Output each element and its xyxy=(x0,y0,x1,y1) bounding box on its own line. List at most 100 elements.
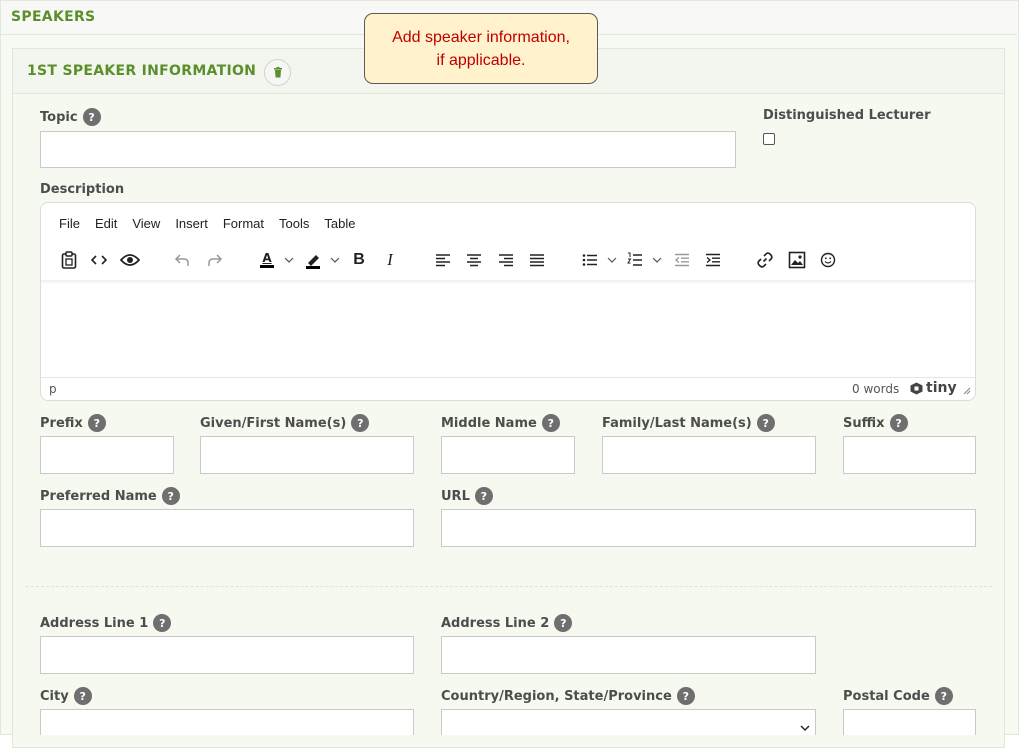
family-name-label-text: Family/Last Name(s) xyxy=(602,415,752,431)
topic-label: Topic ? xyxy=(40,108,101,126)
suffix-help-icon[interactable]: ? xyxy=(889,414,908,432)
description-label: Description xyxy=(40,182,125,197)
suffix-label: Suffix ? xyxy=(843,414,908,432)
address-line-1-label: Address Line 1 ? xyxy=(40,614,172,632)
preview-eye-icon[interactable] xyxy=(118,248,142,272)
postal-code-help-icon[interactable]: ? xyxy=(934,687,953,705)
preferred-name-label: Preferred Name ? xyxy=(40,487,180,505)
editor-statusbar: p 0 words tiny xyxy=(41,377,975,400)
address-line-2-label-text: Address Line 2 xyxy=(441,615,550,631)
editor-element-path[interactable]: p xyxy=(49,382,57,396)
country-region-select[interactable] xyxy=(441,709,816,735)
distinguished-lecturer-checkbox[interactable] xyxy=(763,133,775,145)
align-right-icon[interactable] xyxy=(496,248,516,272)
country-region-help-icon[interactable]: ? xyxy=(676,687,695,705)
given-name-input[interactable] xyxy=(200,436,414,474)
align-center-icon[interactable] xyxy=(464,248,484,272)
address-line-2-help-icon[interactable]: ? xyxy=(554,614,573,632)
url-label: URL ? xyxy=(441,487,493,505)
highlight-color-icon[interactable] xyxy=(302,248,324,272)
middle-name-help-icon[interactable]: ? xyxy=(541,414,560,432)
numbered-list-chevron-down-icon[interactable] xyxy=(650,248,664,272)
tiny-logo-text: tiny xyxy=(926,380,957,396)
url-label-text: URL xyxy=(441,488,470,504)
city-help-icon[interactable]: ? xyxy=(73,687,92,705)
text-color-glyph: A xyxy=(262,251,272,265)
city-label: City ? xyxy=(40,687,92,705)
family-name-input[interactable] xyxy=(602,436,816,474)
given-name-label-text: Given/First Name(s) xyxy=(200,415,347,431)
city-input[interactable] xyxy=(40,709,414,735)
menu-file[interactable]: File xyxy=(59,216,80,231)
outdent-icon[interactable] xyxy=(672,248,692,272)
tiny-logo[interactable]: tiny xyxy=(910,380,957,396)
suffix-label-text: Suffix xyxy=(843,415,885,431)
address-line-2-label: Address Line 2 ? xyxy=(441,614,573,632)
url-input[interactable] xyxy=(441,509,976,547)
section-divider xyxy=(26,586,992,587)
paste-icon[interactable] xyxy=(58,248,80,272)
url-help-icon[interactable]: ? xyxy=(474,487,493,505)
trash-icon xyxy=(273,67,282,78)
family-name-help-icon[interactable]: ? xyxy=(756,414,775,432)
prefix-input[interactable] xyxy=(40,436,174,474)
bold-icon[interactable]: B xyxy=(349,248,369,272)
editor-word-count[interactable]: 0 words xyxy=(852,382,899,396)
bullet-list-chevron-down-icon[interactable] xyxy=(605,248,619,272)
italic-icon[interactable]: I xyxy=(380,248,400,272)
topic-help-icon[interactable]: ? xyxy=(82,108,101,126)
menu-format[interactable]: Format xyxy=(223,216,264,231)
city-label-text: City xyxy=(40,688,69,704)
chevron-down-icon xyxy=(800,725,810,731)
preferred-name-label-text: Preferred Name xyxy=(40,488,157,504)
prefix-help-icon[interactable]: ? xyxy=(87,414,106,432)
country-region-label-text: Country/Region, State/Province xyxy=(441,688,672,704)
instruction-callout: Add speaker information, if applicable. xyxy=(364,13,598,84)
emoji-icon[interactable] xyxy=(818,248,838,272)
prefix-label-text: Prefix xyxy=(40,415,83,431)
align-justify-icon[interactable] xyxy=(527,248,547,272)
address-line-2-input[interactable] xyxy=(441,636,816,674)
text-color-chevron-down-icon[interactable] xyxy=(282,248,296,272)
suffix-input[interactable] xyxy=(843,436,976,474)
given-name-help-icon[interactable]: ? xyxy=(351,414,370,432)
highlight-chevron-down-icon[interactable] xyxy=(328,248,342,272)
callout-line-1: Add speaker information, xyxy=(392,29,570,46)
distinguished-lecturer-label: Distinguished Lecturer xyxy=(763,108,931,123)
postal-code-label-text: Postal Code xyxy=(843,688,930,704)
indent-icon[interactable] xyxy=(703,248,723,272)
menu-view[interactable]: View xyxy=(132,216,160,231)
text-color-icon[interactable]: A xyxy=(256,248,278,272)
menu-edit[interactable]: Edit xyxy=(95,216,117,231)
undo-icon[interactable] xyxy=(172,248,192,272)
source-code-icon[interactable] xyxy=(88,248,110,272)
postal-code-input[interactable] xyxy=(843,709,976,735)
middle-name-label-text: Middle Name xyxy=(441,415,537,431)
country-region-label: Country/Region, State/Province ? xyxy=(441,687,695,705)
prefix-label: Prefix ? xyxy=(40,414,106,432)
bullet-list-icon[interactable] xyxy=(580,248,600,272)
delete-speaker-button[interactable] xyxy=(264,59,291,86)
menu-insert[interactable]: Insert xyxy=(175,216,208,231)
preferred-name-input[interactable] xyxy=(40,509,414,547)
section-title: SPEAKERS xyxy=(11,9,96,25)
align-left-icon[interactable] xyxy=(433,248,453,272)
address-line-1-help-icon[interactable]: ? xyxy=(153,614,172,632)
preferred-name-help-icon[interactable]: ? xyxy=(161,487,180,505)
menu-tools[interactable]: Tools xyxy=(279,216,309,231)
link-icon[interactable] xyxy=(755,248,775,272)
resize-handle-icon[interactable] xyxy=(963,387,971,395)
topic-input[interactable] xyxy=(40,131,736,168)
image-icon[interactable] xyxy=(787,248,807,272)
postal-code-label: Postal Code ? xyxy=(843,687,953,705)
redo-icon[interactable] xyxy=(205,248,225,272)
middle-name-input[interactable] xyxy=(441,436,575,474)
family-name-label: Family/Last Name(s) ? xyxy=(602,414,775,432)
address-line-1-label-text: Address Line 1 xyxy=(40,615,149,631)
tiny-logo-icon xyxy=(910,382,923,394)
menu-table[interactable]: Table xyxy=(324,216,355,231)
numbered-list-icon[interactable] xyxy=(625,248,645,272)
description-rich-text-editor[interactable] xyxy=(40,202,976,401)
address-line-1-input[interactable] xyxy=(40,636,414,674)
given-name-label: Given/First Name(s) ? xyxy=(200,414,370,432)
